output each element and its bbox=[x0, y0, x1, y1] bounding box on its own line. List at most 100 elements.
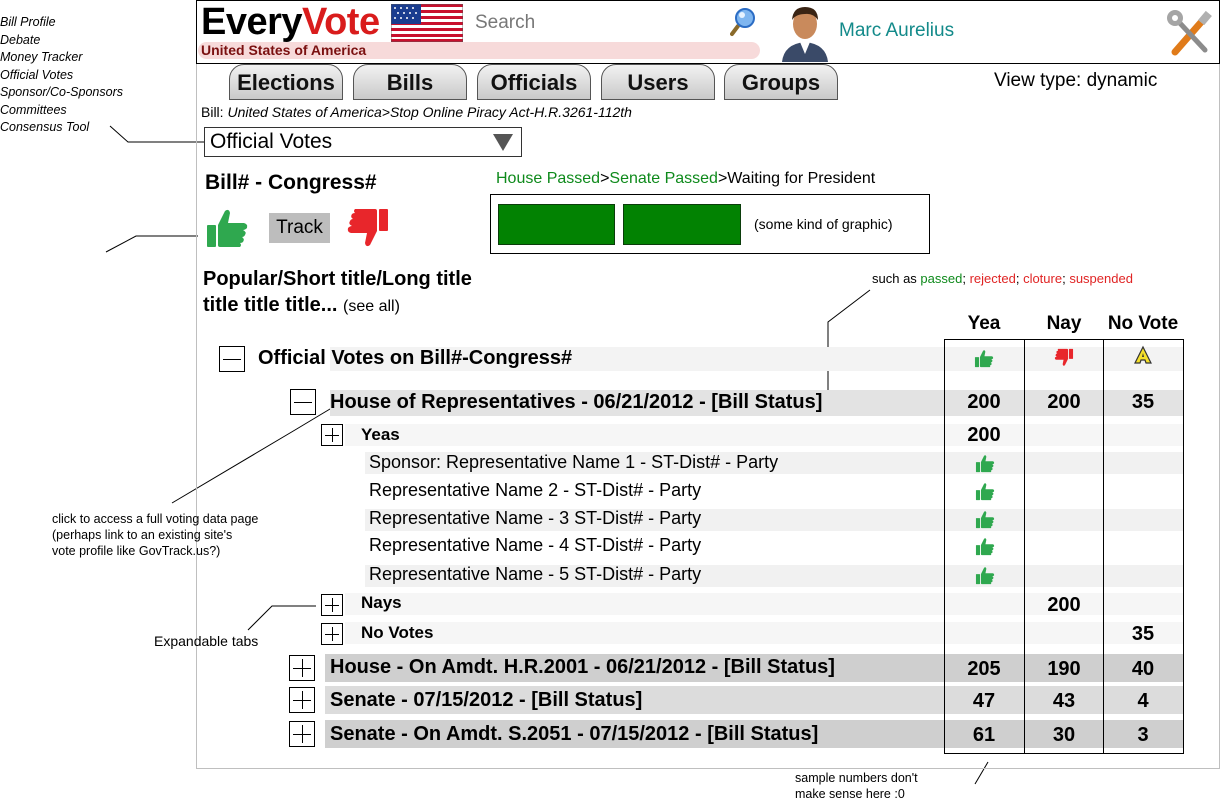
tab-bills[interactable]: Bills bbox=[353, 64, 467, 100]
collapse-official-votes-toggle[interactable] bbox=[219, 346, 245, 372]
column-header-no-vote: No Vote bbox=[1107, 313, 1179, 334]
annotation-expandable-tabs: Expandable tabs bbox=[154, 633, 259, 649]
expand-senate-toggle[interactable] bbox=[289, 687, 315, 713]
annotation-line: vote profile like GovTrack.us?) bbox=[52, 544, 221, 558]
representative-row[interactable]: Representative Name - 4 ST-Dist# - Party bbox=[369, 535, 701, 556]
view-type-label: View type: dynamic bbox=[994, 70, 1158, 91]
senate2-yea-count: 61 bbox=[972, 724, 996, 746]
progress-sep: > bbox=[717, 170, 728, 187]
bill-title-line: Popular/Short title/Long title bbox=[203, 268, 472, 290]
progress-house: House Passed bbox=[496, 170, 601, 187]
expand-nays-toggle[interactable] bbox=[321, 594, 343, 616]
expand-house-amdt-toggle[interactable] bbox=[289, 655, 315, 681]
progress-senate: Senate Passed bbox=[609, 170, 718, 187]
yea-thumbs-up-icon bbox=[975, 455, 995, 473]
house-amdt-vote-link[interactable]: House - On Amdt. H.R.2001 - 06/21/2012 -… bbox=[330, 656, 835, 679]
status-annotation: such as passed; rejected; cloture; suspe… bbox=[872, 271, 1133, 286]
tab-elections[interactable]: Elections bbox=[229, 64, 343, 100]
status-sep: ; bbox=[962, 271, 970, 286]
official-votes-title: Official Votes on Bill#-Congress# bbox=[258, 347, 573, 369]
tab-officials[interactable]: Officials bbox=[477, 64, 591, 100]
column-header-nay: Nay bbox=[1046, 313, 1082, 334]
username-link[interactable]: Marc Aurelius bbox=[839, 20, 954, 42]
search-icon[interactable] bbox=[730, 6, 760, 38]
section-select-value: Official Votes bbox=[210, 130, 333, 153]
column-header-yea: Yea bbox=[967, 313, 1001, 334]
expand-no-votes-toggle[interactable] bbox=[321, 623, 343, 645]
progress-bar-house bbox=[498, 204, 615, 245]
senate2-novote-count: 3 bbox=[1137, 724, 1149, 746]
senate2-nay-count: 30 bbox=[1052, 724, 1076, 746]
status-sep: ; bbox=[1015, 271, 1024, 286]
annotation-line: click to access a full voting data page bbox=[52, 512, 259, 526]
amdt1-novote-count: 40 bbox=[1131, 658, 1155, 680]
house-vote-link[interactable]: House of Representatives - 06/21/2012 - … bbox=[330, 391, 822, 414]
bill-congress-title: Bill# - Congress# bbox=[205, 171, 377, 194]
annotation-sample-numbers: sample numbers don't make sense here :0 bbox=[795, 770, 918, 802]
yeas-label: Yeas bbox=[361, 425, 400, 444]
collapse-house-toggle[interactable] bbox=[290, 389, 316, 415]
progress-bar-senate bbox=[623, 204, 741, 245]
representative-row[interactable]: Representative Name - 3 ST-Dist# - Party bbox=[369, 508, 701, 529]
avatar[interactable] bbox=[780, 4, 830, 62]
yea-thumbs-up-icon bbox=[975, 511, 995, 529]
us-flag-icon bbox=[391, 4, 463, 42]
annotation-line: make sense here :0 bbox=[795, 787, 905, 801]
tab-groups[interactable]: Groups bbox=[724, 64, 838, 100]
track-button[interactable]: Track bbox=[269, 213, 330, 243]
representative-row[interactable]: Sponsor: Representative Name 1 - ST-Dist… bbox=[369, 452, 778, 473]
thumbs-up-icon[interactable] bbox=[205, 207, 249, 249]
dropdown-arrow-icon[interactable] bbox=[493, 134, 513, 151]
column-divider bbox=[1183, 339, 1184, 753]
status-rejected: rejected bbox=[969, 271, 1016, 286]
graphic-note: (some kind of graphic) bbox=[754, 216, 893, 232]
search-input[interactable]: Search bbox=[475, 12, 535, 34]
status-passed: passed bbox=[920, 271, 963, 286]
thumbs-down-icon[interactable] bbox=[346, 207, 390, 249]
vote-table-bottom-border bbox=[944, 753, 1184, 754]
house-yea-count: 200 bbox=[967, 391, 1001, 413]
nays-label: Nays bbox=[361, 593, 402, 612]
breadcrumb-label: Bill: bbox=[201, 104, 228, 120]
representative-row[interactable]: Representative Name 2 - ST-Dist# - Party bbox=[369, 480, 701, 501]
annotation-item: Debate bbox=[0, 32, 41, 47]
nays-count: 200 bbox=[1047, 594, 1081, 616]
yeas-count: 200 bbox=[967, 424, 1001, 446]
senate-vote-link[interactable]: Senate - 07/15/2012 - [Bill Status] bbox=[330, 689, 642, 712]
progress-sep: > bbox=[600, 170, 610, 187]
no-votes-label: No Votes bbox=[361, 623, 434, 642]
house-nay-count: 200 bbox=[1047, 391, 1081, 413]
senate1-novote-count: 4 bbox=[1137, 690, 1149, 712]
senate-amdt-vote-link[interactable]: Senate - On Amdt. S.2051 - 07/15/2012 - … bbox=[330, 723, 818, 746]
logo-vote: Vote bbox=[302, 1, 380, 43]
amdt1-yea-count: 205 bbox=[967, 658, 1001, 680]
logo-every: Every bbox=[201, 1, 303, 43]
annotation-item: Money Tracker bbox=[0, 50, 83, 64]
expand-senate-amdt-toggle[interactable] bbox=[289, 721, 315, 747]
senate1-nay-count: 43 bbox=[1052, 690, 1076, 712]
row-bg bbox=[345, 622, 1184, 644]
annotation-tab-list: Bill Profile Debate Money Tracker Offici… bbox=[0, 14, 123, 137]
tab-users[interactable]: Users bbox=[601, 64, 715, 100]
representative-row[interactable]: Representative Name - 5 ST-Dist# - Party bbox=[369, 564, 701, 585]
abstain-icon bbox=[1134, 345, 1152, 364]
nay-thumbs-down-icon bbox=[1054, 348, 1074, 366]
bill-title-text: title title title... bbox=[203, 294, 344, 316]
everyvote-logo[interactable]: EveryVote bbox=[201, 2, 380, 42]
section-select[interactable]: Official Votes bbox=[204, 127, 522, 157]
annotation-line: (perhaps link to an existing site's bbox=[52, 528, 233, 542]
expand-yeas-toggle[interactable] bbox=[321, 424, 343, 446]
status-note-prefix: such as bbox=[872, 271, 921, 286]
annotation-item: Official Votes bbox=[0, 67, 74, 82]
bill-progress-text: House Passed>Senate Passed>Waiting for P… bbox=[496, 170, 875, 188]
settings-tools-icon[interactable] bbox=[1165, 8, 1215, 58]
no-votes-count: 35 bbox=[1131, 623, 1155, 645]
row-bg bbox=[345, 424, 1184, 446]
see-all-link[interactable]: (see all) bbox=[343, 298, 400, 315]
annotation-item: Consensus Tool bbox=[0, 120, 90, 134]
progress-waiting: Waiting for President bbox=[727, 170, 876, 187]
breadcrumb-path[interactable]: United States of America>Stop Online Pir… bbox=[227, 104, 632, 120]
status-suspended: suspended bbox=[1069, 271, 1133, 286]
country-label[interactable]: United States of America bbox=[198, 42, 760, 59]
bill-title-line-2: title title title... (see all) bbox=[203, 292, 472, 320]
